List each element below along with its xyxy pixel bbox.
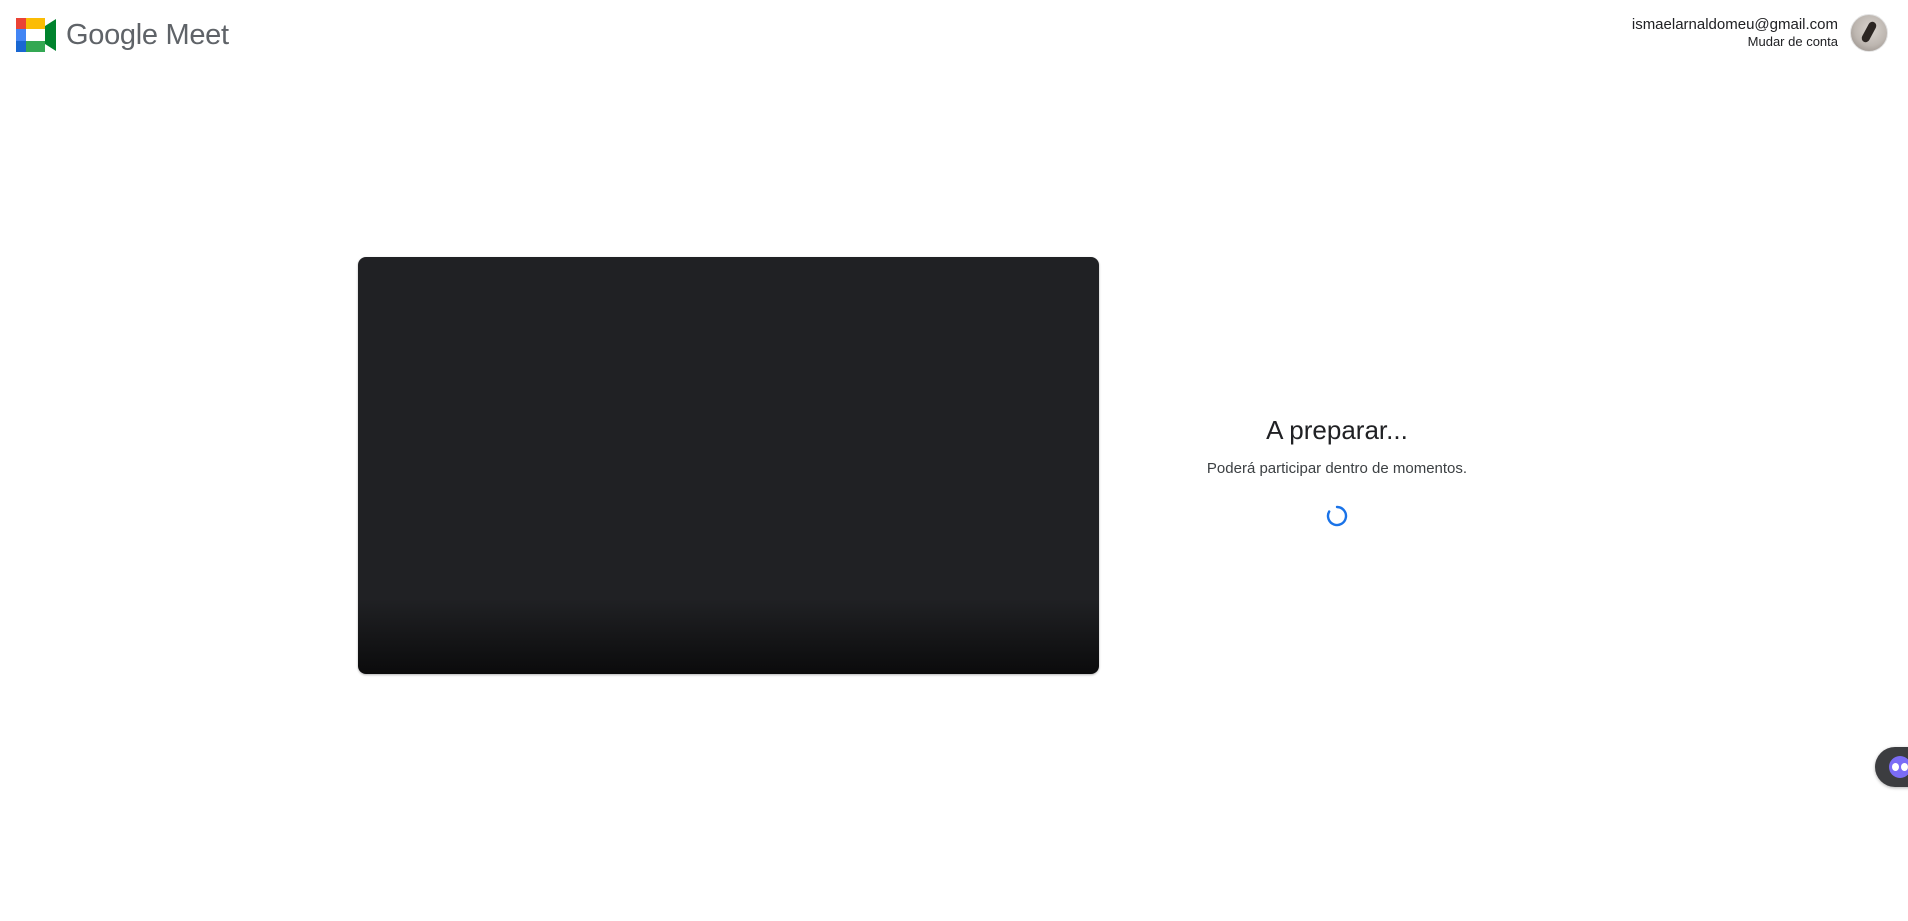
account-area: ismaelarnaldomeu@gmail.com Mudar de cont… bbox=[1632, 14, 1888, 52]
status-title: A preparar... bbox=[1266, 415, 1408, 445]
google-meet-logo-icon bbox=[16, 18, 56, 52]
google-meet-logo[interactable]: Google Meet bbox=[16, 18, 229, 52]
assistant-widget-button[interactable] bbox=[1875, 747, 1908, 787]
status-panel: A preparar... Poderá participar dentro d… bbox=[1137, 415, 1537, 532]
header: Google Meet ismaelarnaldomeu@gmail.com M… bbox=[0, 0, 1908, 72]
loading-spinner-icon bbox=[1326, 505, 1348, 527]
app-name: Google Meet bbox=[66, 18, 229, 51]
video-preview bbox=[358, 257, 1099, 674]
meet-join-page: Google Meet ismaelarnaldomeu@gmail.com M… bbox=[0, 0, 1908, 921]
assistant-widget-icon bbox=[1889, 756, 1908, 778]
switch-account-link[interactable]: Mudar de conta bbox=[1632, 33, 1838, 50]
account-text: ismaelarnaldomeu@gmail.com Mudar de cont… bbox=[1632, 16, 1838, 50]
status-subtitle: Poderá participar dentro de momentos. bbox=[1206, 460, 1468, 477]
avatar[interactable] bbox=[1850, 14, 1888, 52]
account-email: ismaelarnaldomeu@gmail.com bbox=[1631, 16, 1838, 33]
